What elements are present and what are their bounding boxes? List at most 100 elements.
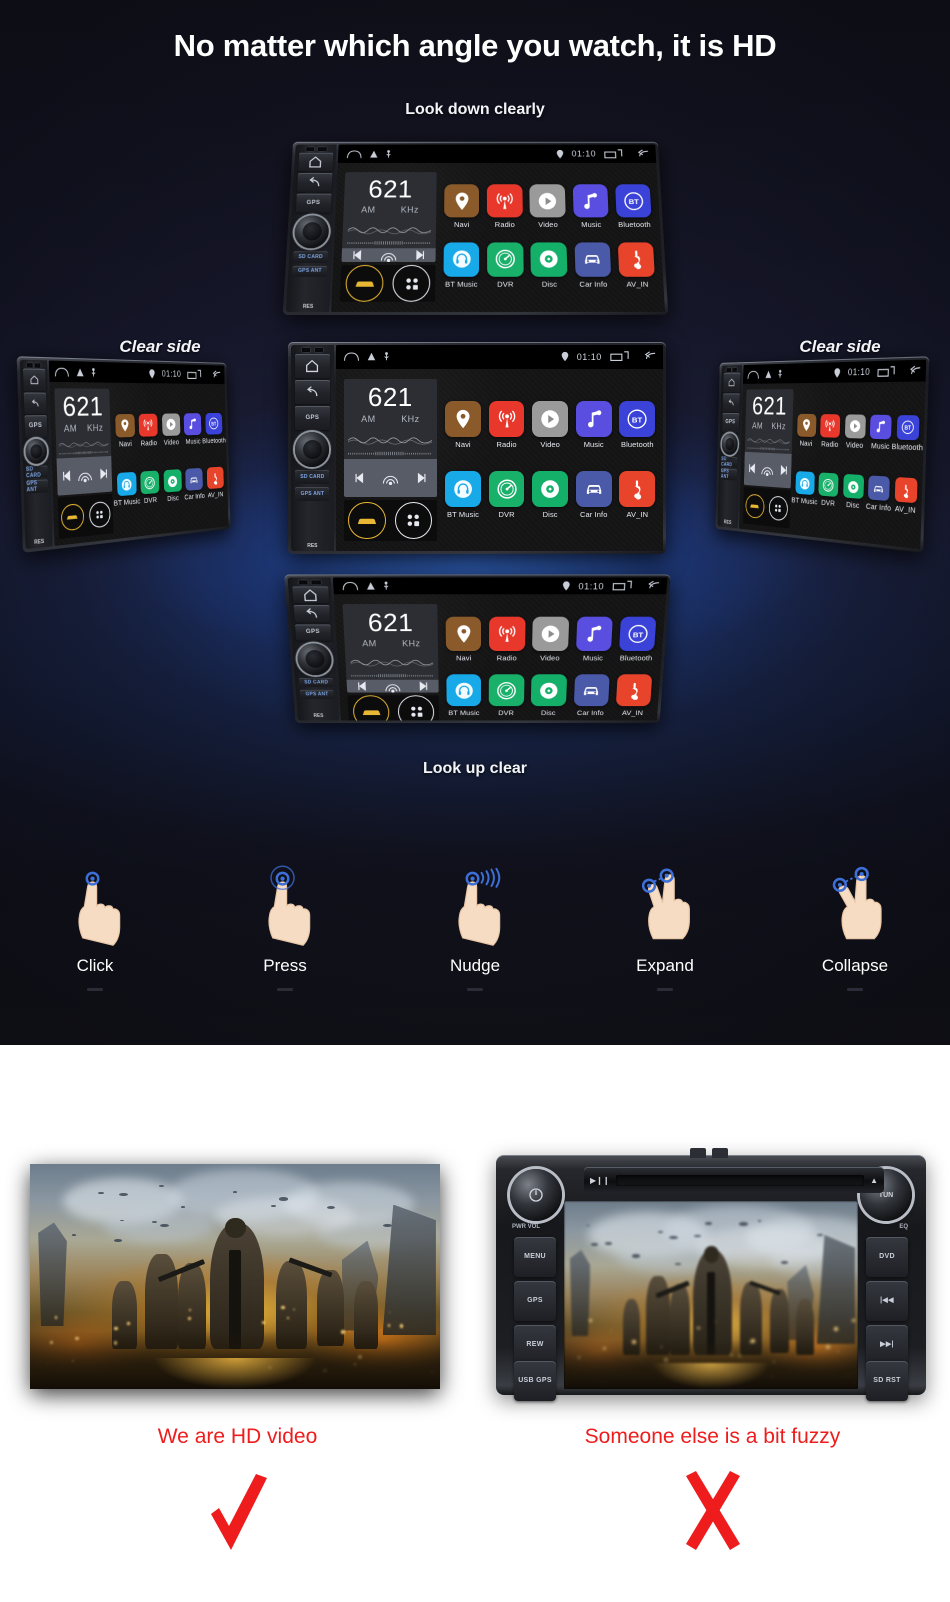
app-av-in[interactable]: AV_IN [206, 467, 224, 500]
hd-video-screen[interactable] [81, 1167, 437, 1386]
vw-button-rew[interactable]: REW [514, 1325, 556, 1365]
app-radio[interactable]: Radio [489, 617, 525, 662]
volume-knob[interactable] [297, 643, 333, 675]
app-video[interactable]: Video [532, 401, 568, 449]
app-video[interactable]: Video [530, 184, 566, 229]
gps-antenna-slot[interactable]: GPS ANT [300, 690, 334, 699]
vw-button-dvd[interactable]: DVD [866, 1237, 908, 1277]
back-button[interactable] [297, 173, 332, 192]
volume-knob[interactable] [295, 432, 329, 466]
app-bluetooth[interactable]: BT Bluetooth [205, 413, 223, 445]
app-navi[interactable]: Navi [446, 617, 482, 662]
reset-label[interactable]: RES [303, 304, 314, 310]
sd-card-slot[interactable]: SD CARD [293, 251, 328, 263]
app-dvr[interactable]: DVR [489, 471, 525, 519]
app-bluetooth[interactable]: BT Bluetooth [618, 617, 656, 662]
gps-antenna-slot[interactable]: GPS ANT [26, 480, 48, 494]
volume-knob[interactable] [25, 439, 47, 464]
apps-shortcut-button[interactable] [392, 265, 430, 302]
home-button[interactable] [292, 586, 329, 603]
gps-antenna-slot[interactable]: GPS ANT [292, 265, 327, 277]
app-navi[interactable]: Navi [445, 401, 481, 449]
sd-card-slot[interactable]: SD CARD [299, 678, 333, 687]
app-disc[interactable]: Disc [531, 674, 567, 717]
device-screen[interactable]: 01:10 621 AM KHz Navi Radio Video Music BT Blueto… [336, 345, 663, 551]
app-bt-music[interactable]: BT Music [116, 472, 137, 508]
reset-label[interactable]: RES [313, 714, 323, 719]
app-dvr[interactable]: DVR [140, 471, 160, 506]
home-button[interactable] [295, 354, 330, 378]
app-music[interactable]: Music [576, 401, 612, 449]
app-disc[interactable]: Disc [532, 471, 568, 519]
disc-slot[interactable]: ▶❙❙ ▲ [584, 1167, 884, 1193]
app-radio[interactable]: Radio [820, 414, 841, 449]
app-dvr[interactable]: DVR [489, 674, 524, 717]
radio-controls[interactable] [744, 451, 792, 488]
app-disc[interactable]: Disc [163, 469, 182, 503]
vw-button-menu[interactable]: MENU [514, 1237, 556, 1277]
sd-card-slot[interactable]: SD CARD [295, 470, 329, 484]
app-bt-music[interactable]: BT Music [795, 471, 815, 506]
app-car-info[interactable]: Car Info [573, 674, 610, 717]
app-radio[interactable]: Radio [487, 184, 523, 229]
gps-button[interactable]: GPS [24, 415, 47, 437]
apps-shortcut-button[interactable] [395, 502, 432, 539]
device-screen[interactable]: 01:10 621 AM KHz Navi Radio Video Music BT Blueto… [739, 360, 926, 550]
app-bt-music[interactable]: BT Music [446, 674, 481, 717]
car-shortcut-button[interactable] [745, 494, 764, 519]
app-music[interactable]: Music [572, 184, 609, 229]
reset-label[interactable]: RES [307, 543, 317, 549]
app-navi[interactable]: Navi [444, 184, 479, 229]
app-bluetooth[interactable]: BT Bluetooth [615, 184, 652, 229]
app-car-info[interactable]: Car Info [185, 468, 203, 502]
back-button[interactable] [295, 380, 330, 404]
apps-shortcut-button[interactable] [398, 695, 435, 720]
home-button[interactable] [723, 373, 740, 392]
gps-button[interactable]: GPS [722, 413, 739, 432]
app-music[interactable]: Music [184, 413, 202, 446]
back-button[interactable] [722, 393, 739, 412]
home-button[interactable] [23, 369, 46, 391]
radio-controls[interactable] [344, 459, 437, 497]
gps-button[interactable]: GPS [296, 194, 332, 213]
vw-button-prev[interactable]: |◀◀ [866, 1281, 908, 1321]
volume-knob[interactable] [721, 433, 738, 455]
vw-button-usb-gps[interactable]: USB GPS [514, 1361, 556, 1401]
app-car-info[interactable]: Car Info [574, 242, 612, 289]
app-disc[interactable]: Disc [531, 242, 568, 289]
app-music[interactable]: Music [869, 414, 892, 451]
app-bluetooth[interactable]: BT Bluetooth [619, 401, 655, 449]
app-dvr[interactable]: DVR [487, 242, 523, 289]
device-screen[interactable]: 01:10 621 AM KHz Navi Radio Video Music BT Blueto… [333, 577, 667, 720]
apps-shortcut-button[interactable] [89, 501, 111, 528]
car-shortcut-button[interactable] [348, 502, 385, 539]
radio-widget[interactable]: 621 AM KHz [343, 604, 439, 720]
car-shortcut-button[interactable] [61, 503, 84, 531]
app-navi[interactable]: Navi [115, 414, 136, 449]
app-car-info[interactable]: Car Info [576, 471, 612, 519]
app-dvr[interactable]: DVR [818, 473, 839, 509]
radio-controls[interactable] [342, 248, 436, 262]
app-bt-music[interactable]: BT Music [443, 242, 479, 289]
gps-antenna-slot[interactable]: GPS ANT [295, 487, 329, 501]
app-av-in[interactable]: AV_IN [619, 471, 655, 519]
power-volume-knob[interactable] [510, 1169, 562, 1221]
app-car-info[interactable]: Car Info [868, 475, 891, 513]
gps-antenna-slot[interactable]: GPS ANT [721, 469, 737, 481]
gesture-nudge[interactable]: Nudge [380, 855, 570, 1005]
volume-knob[interactable] [294, 215, 330, 248]
sd-card-slot[interactable]: SD CARD [26, 465, 48, 479]
app-music[interactable]: Music [575, 617, 613, 662]
radio-controls[interactable] [57, 456, 113, 496]
back-button[interactable] [293, 605, 329, 622]
app-navi[interactable]: Navi [796, 413, 816, 447]
gesture-press[interactable]: Press [190, 855, 380, 1005]
app-bt-music[interactable]: BT Music [445, 471, 481, 519]
gps-button[interactable]: GPS [295, 624, 331, 641]
device-screen[interactable]: 01:10 621 AM KHz Navi Radio Video Music BT Blueto… [332, 145, 665, 312]
radio-widget[interactable]: 621 AM KHz [340, 172, 437, 302]
gesture-click[interactable]: Click [0, 855, 190, 1005]
home-button[interactable] [298, 152, 333, 171]
radio-widget[interactable]: 621 AM KHz [344, 379, 437, 542]
app-video[interactable]: Video [162, 413, 181, 447]
